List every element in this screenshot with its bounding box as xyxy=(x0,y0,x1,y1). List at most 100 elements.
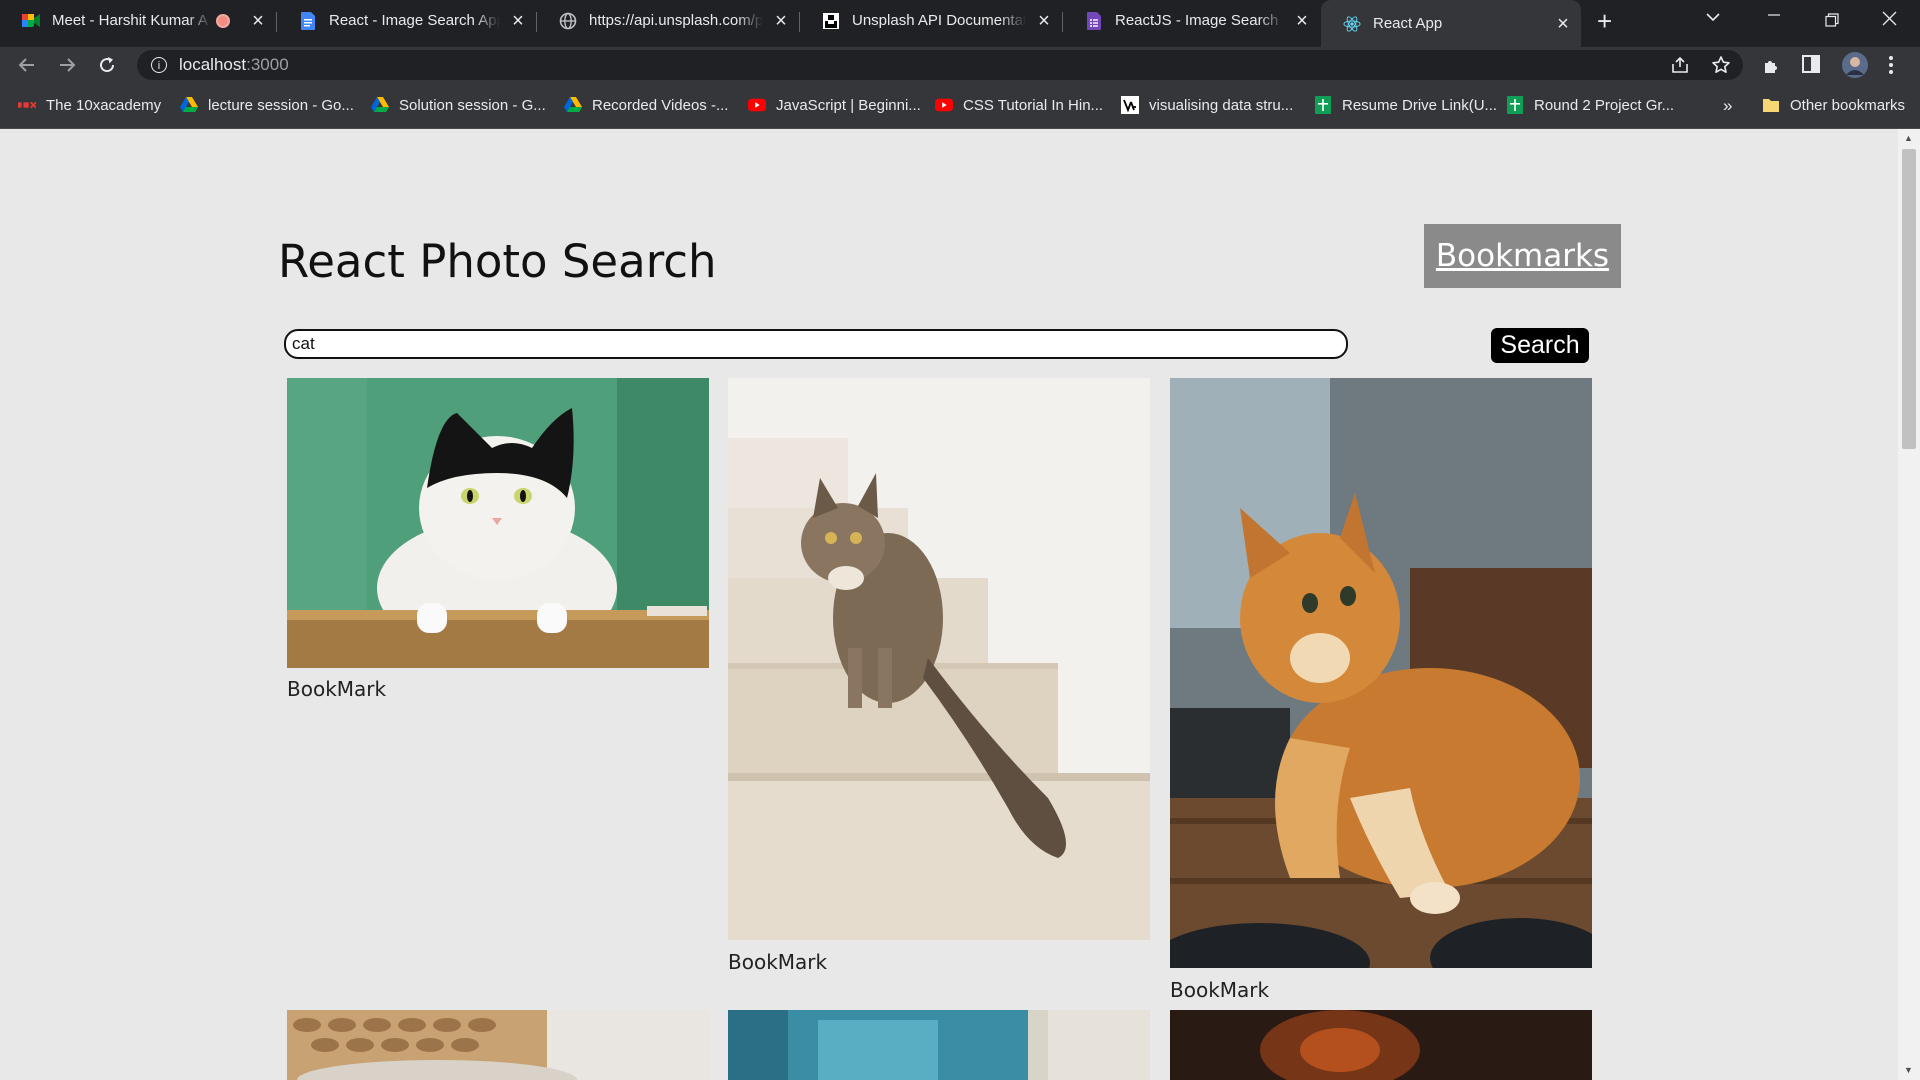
restore-icon[interactable] xyxy=(1825,11,1839,32)
reload-icon[interactable] xyxy=(93,51,121,79)
tab-title: Unsplash API Documentatio xyxy=(852,12,1026,29)
bookmark-link[interactable]: BookMark xyxy=(1170,978,1269,1002)
tab-unsplash-api[interactable]: https://api.unsplash.com/ph × xyxy=(537,0,799,41)
minimize-icon[interactable] xyxy=(1767,3,1781,24)
tab-search-chevron-icon[interactable] xyxy=(1706,9,1720,25)
site-info-icon[interactable]: i xyxy=(151,57,167,73)
bookmark-item[interactable]: The 10xacademy xyxy=(18,96,161,114)
google-forms-icon xyxy=(1085,11,1103,30)
tab-title: React App xyxy=(1373,15,1443,32)
globe-icon xyxy=(559,12,577,30)
close-tab-icon[interactable]: × xyxy=(1553,14,1573,34)
close-tab-icon[interactable]: × xyxy=(248,11,268,31)
window-close-icon[interactable] xyxy=(1882,10,1897,31)
browser-toolbar: i localhost:3000 xyxy=(0,47,1920,83)
forward-icon[interactable] xyxy=(53,51,81,79)
bookmark-link[interactable]: BookMark xyxy=(287,677,386,701)
bookmark-label: CSS Tutorial In Hin... xyxy=(963,96,1104,114)
result-image[interactable] xyxy=(728,378,1150,940)
google-sheets-icon xyxy=(1314,96,1332,114)
scrollbar-thumb[interactable] xyxy=(1902,149,1916,449)
bookmarks-overflow-button[interactable]: » xyxy=(1723,96,1732,116)
result-image[interactable] xyxy=(1170,378,1592,968)
tab-strip: Meet - Harshit Kumar A × React - Image S… xyxy=(0,0,1920,47)
react-icon xyxy=(1343,15,1361,33)
bookmark-label: Recorded Videos -... xyxy=(592,96,729,114)
tab-reactjs-forms[interactable]: ReactJS - Image Search App × xyxy=(1063,0,1320,41)
close-tab-icon[interactable]: × xyxy=(1034,11,1054,31)
other-bookmarks-label: Other bookmarks xyxy=(1790,96,1906,114)
menu-kebab-icon[interactable] xyxy=(1888,55,1894,80)
bookmark-item[interactable]: Resume Drive Link(U... xyxy=(1314,96,1497,114)
bookmark-item[interactable]: Round 2 Project Gr... xyxy=(1506,96,1674,114)
orange-cat-table-image xyxy=(1170,378,1592,968)
share-icon[interactable] xyxy=(1670,55,1690,80)
tab-unsplash-docs[interactable]: Unsplash API Documentatio × xyxy=(800,0,1062,41)
bookmark-label: lecture session - Go... xyxy=(208,96,354,114)
tab-title: ReactJS - Image Search App xyxy=(1115,12,1284,29)
cat-blue-window-image xyxy=(728,1010,1150,1080)
page-title: React Photo Search xyxy=(278,235,717,288)
bookmark-item[interactable]: Recorded Videos -... xyxy=(564,96,728,114)
bookmarks-link-button[interactable]: Bookmarks xyxy=(1424,224,1621,288)
overflow-chevron-icon: » xyxy=(1723,96,1733,115)
unsplash-icon xyxy=(822,12,840,30)
bookmark-label: Solution session - G... xyxy=(399,96,546,114)
bookmark-label: The 10xacademy xyxy=(46,96,162,114)
profile-avatar[interactable] xyxy=(1841,51,1869,84)
tab-title: https://api.unsplash.com/ph xyxy=(589,12,763,29)
youtube-icon xyxy=(748,96,766,114)
folder-icon xyxy=(1762,96,1780,114)
bookmark-label: Resume Drive Link(U... xyxy=(1342,96,1498,114)
search-button[interactable]: Search xyxy=(1491,328,1589,363)
tab-react-docs[interactable]: React - Image Search App - × xyxy=(277,0,536,41)
address-bar[interactable]: i localhost:3000 xyxy=(137,50,1743,80)
result-image[interactable] xyxy=(287,1010,709,1080)
close-tab-icon[interactable]: × xyxy=(771,11,791,31)
scroll-down-arrow-icon[interactable]: ▼ xyxy=(1904,1065,1913,1075)
tab-title: React - Image Search App - xyxy=(329,12,500,29)
bookmarks-bar: The 10xacademy lecture session - Go... S… xyxy=(0,83,1920,129)
close-tab-icon[interactable]: × xyxy=(1292,11,1312,31)
bookmark-star-icon[interactable] xyxy=(1711,55,1731,80)
extensions-icon[interactable] xyxy=(1762,55,1782,80)
bookmark-item[interactable]: CSS Tutorial In Hin... xyxy=(935,96,1103,114)
page-content: React Photo Search Bookmarks Search Book… xyxy=(0,129,1898,1080)
other-bookmarks[interactable]: Other bookmarks xyxy=(1762,96,1905,114)
youtube-icon xyxy=(935,96,953,114)
back-icon[interactable] xyxy=(13,51,41,79)
result-image[interactable] xyxy=(287,378,709,668)
tab-meet[interactable]: Meet - Harshit Kumar A × xyxy=(0,0,276,41)
cat-black-white-image xyxy=(287,378,709,668)
close-tab-icon[interactable]: × xyxy=(508,11,528,31)
search-input[interactable] xyxy=(284,329,1348,359)
google-meet-icon xyxy=(22,12,40,30)
recording-indicator-icon xyxy=(216,13,230,28)
cat-dark-bokeh-image xyxy=(1170,1010,1592,1080)
result-image[interactable] xyxy=(728,1010,1150,1080)
google-drive-icon xyxy=(371,96,389,114)
scroll-up-arrow-icon[interactable]: ▲ xyxy=(1904,133,1913,143)
google-drive-icon xyxy=(564,96,582,114)
page-scrollbar[interactable]: ▲ ▼ xyxy=(1898,129,1920,1080)
result-image[interactable] xyxy=(1170,1010,1592,1080)
tab-title: Meet - Harshit Kumar A xyxy=(52,12,208,29)
address-host: localhost xyxy=(179,55,247,74)
bookmark-item[interactable]: Solution session - G... xyxy=(371,96,546,114)
address-port: :3000 xyxy=(246,55,289,74)
side-panel-icon[interactable] xyxy=(1802,55,1820,78)
bookmark-label: visualising data stru... xyxy=(1149,96,1294,114)
new-tab-icon[interactable]: + xyxy=(1597,8,1612,34)
bookmark-label: JavaScript | Beginni... xyxy=(776,96,921,114)
google-docs-icon xyxy=(299,11,317,30)
10x-icon xyxy=(18,96,36,114)
bookmark-item[interactable]: JavaScript | Beginni... xyxy=(748,96,921,114)
bookmark-item[interactable]: visualising data stru... xyxy=(1121,96,1293,114)
bookmark-label: Round 2 Project Gr... xyxy=(1534,96,1675,114)
visualgo-icon xyxy=(1121,96,1139,114)
tab-react-app[interactable]: React App × xyxy=(1321,0,1581,47)
google-drive-icon xyxy=(180,96,198,114)
bookmark-item[interactable]: lecture session - Go... xyxy=(180,96,354,114)
google-sheets-icon xyxy=(1506,96,1524,114)
bookmark-link[interactable]: BookMark xyxy=(728,950,827,974)
